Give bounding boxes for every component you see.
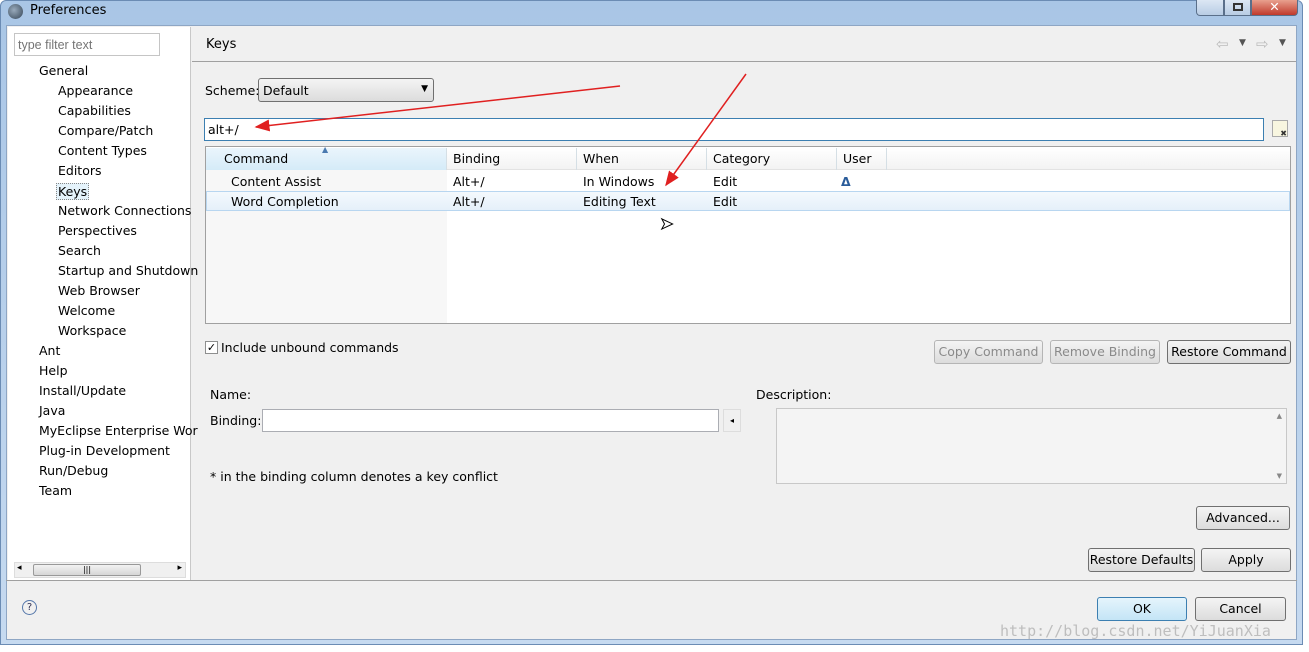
mouse-cursor-icon: ➤ [659, 214, 674, 234]
annotation-arrow-when [665, 73, 747, 187]
annotation-arrows [254, 73, 747, 187]
annotation-arrow-search [254, 85, 621, 132]
